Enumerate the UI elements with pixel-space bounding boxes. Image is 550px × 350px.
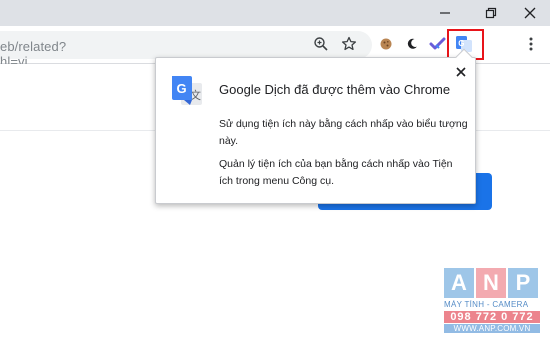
popup-title: Google Dịch đã được thêm vào Chrome [219,82,451,97]
svg-text:G: G [177,81,187,96]
moon-extension-icon[interactable] [399,31,425,57]
watermark-letter: P [508,268,538,298]
more-vert-icon[interactable] [518,31,544,57]
browser-window: eb/related?hl=vi G 文 G Google Dịch đã đư… [0,0,550,350]
title-bar [0,0,550,26]
watermark-phone: 098 772 0 772 [444,311,540,323]
close-icon[interactable] [452,63,470,81]
watermark-logo: A N P MÁY TÍNH - CAMERA 098 772 0 772 WW… [444,268,540,346]
close-icon[interactable] [511,0,549,26]
extension-added-popup: 文 G Google Dịch đã được thêm vào Chrome … [155,57,476,204]
zoom-icon[interactable] [308,31,334,57]
popup-text-manage: Quản lý tiện ích của bạn bằng cách nhấp … [219,158,453,187]
google-translate-logo-icon: 文 G [170,74,204,108]
watermark-letter: N [476,268,506,298]
minimize-icon[interactable] [426,0,464,26]
popup-text-usage: Sử dụng tiện ích này bằng cách nhấp vào … [219,118,468,147]
watermark-letters: A N P [444,268,540,298]
restore-icon[interactable] [472,0,510,26]
watermark-letter: A [444,268,474,298]
cookie-extension-icon[interactable] [373,31,399,57]
watermark-site: WWW.ANP.COM.VN [444,324,540,333]
star-icon[interactable] [336,31,362,57]
watermark-subtitle: MÁY TÍNH - CAMERA [444,300,529,309]
